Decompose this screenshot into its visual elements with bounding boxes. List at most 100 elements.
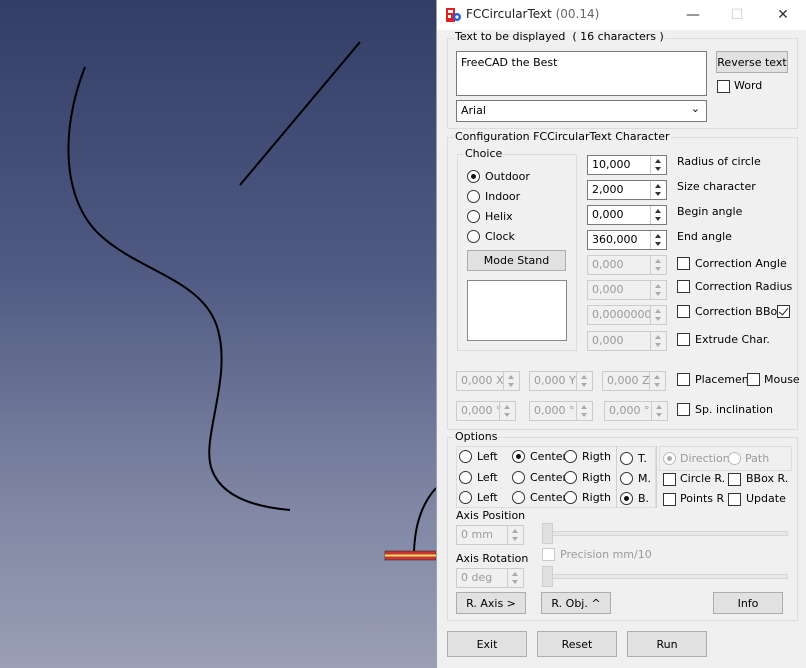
precision-checkbox[interactable] xyxy=(542,548,555,561)
inclination-a-spinbox[interactable]: 0,000 ° xyxy=(456,401,516,421)
size-spinbox[interactable]: 2,000 xyxy=(587,180,667,200)
indoor-label: Indoor xyxy=(485,190,521,203)
reverse-text-button[interactable]: Reverse text xyxy=(716,51,788,73)
points-r-checkbox[interactable] xyxy=(663,493,676,506)
r-axis-button[interactable]: R. Axis > xyxy=(456,592,526,614)
axis-rotation-spinbox[interactable]: 0 deg xyxy=(456,568,524,588)
correction-radius-checkbox[interactable] xyxy=(677,280,690,293)
align-left-bottom-label: Left xyxy=(477,491,498,504)
correction-angle-label: Correction Angle xyxy=(695,257,787,270)
config-group-title: Configuration FCCircularText Character xyxy=(454,130,671,144)
options-group-title: Options xyxy=(454,430,499,444)
bottom-label: B. xyxy=(638,492,650,505)
align-center-top-radio[interactable] xyxy=(512,450,525,463)
outdoor-radio[interactable] xyxy=(467,170,480,183)
correction-bbox-extra-checkbox[interactable] xyxy=(777,305,790,318)
correction-bbox-checkbox[interactable] xyxy=(677,305,690,318)
axis-position-slider-handle[interactable] xyxy=(542,523,553,544)
outdoor-label: Outdoor xyxy=(485,170,530,183)
placement-z-spinbox[interactable]: 0,000 Z xyxy=(602,371,666,391)
path-label: Path xyxy=(745,452,770,465)
inclination-checkbox[interactable] xyxy=(677,403,690,416)
3d-viewport[interactable] xyxy=(0,0,436,668)
extrude-spinbox[interactable]: 0,000 xyxy=(587,331,667,351)
exit-button[interactable]: Exit xyxy=(447,631,527,657)
axis-rotation-label: Axis Rotation xyxy=(456,552,529,565)
precision-label: Precision mm/10 xyxy=(560,548,652,561)
minimize-icon[interactable]: — xyxy=(671,2,715,28)
align-left-top-radio[interactable] xyxy=(459,450,472,463)
top-radio[interactable] xyxy=(620,452,633,465)
begin-angle-label: Begin angle xyxy=(677,205,743,218)
update-checkbox[interactable] xyxy=(728,493,741,506)
r-obj-button[interactable]: R. Obj. ^ xyxy=(541,592,611,614)
clock-label: Clock xyxy=(485,230,515,243)
bottom-radio[interactable] xyxy=(620,492,633,505)
close-icon[interactable]: ✕ xyxy=(761,2,805,28)
axis-position-label: Axis Position xyxy=(456,509,526,522)
align-center-top-label: Center xyxy=(530,450,568,463)
helix-radio[interactable] xyxy=(467,210,480,223)
placement-x-spinbox[interactable]: 0,000 X xyxy=(456,371,520,391)
mode-stand-button[interactable]: Mode Stand xyxy=(467,250,566,271)
circle-r-checkbox[interactable] xyxy=(663,473,676,486)
correction-angle-spinbox[interactable]: 0,000 xyxy=(587,255,667,275)
axis-rotation-slider-handle[interactable] xyxy=(542,566,553,587)
align-right-middle-label: Rigth xyxy=(582,471,611,484)
align-right-top-radio[interactable] xyxy=(564,450,577,463)
align-left-middle-radio[interactable] xyxy=(459,471,472,484)
text-input[interactable]: FreeCAD the Best xyxy=(456,51,707,96)
top-label: T. xyxy=(638,452,647,465)
font-select[interactable]: Arial ⌄ xyxy=(456,100,707,122)
align-center-middle-radio[interactable] xyxy=(512,471,525,484)
reset-button[interactable]: Reset xyxy=(537,631,617,657)
inclination-c-spinbox[interactable]: 0,000 ° xyxy=(604,401,668,421)
correction-bbox-label: Correction BBox xyxy=(695,305,784,318)
align-right-bottom-radio[interactable] xyxy=(564,491,577,504)
align-left-top-label: Left xyxy=(477,450,498,463)
align-right-middle-radio[interactable] xyxy=(564,471,577,484)
mouse-checkbox[interactable] xyxy=(747,373,760,386)
text-group-title: Text to be displayed ( 16 characters ) xyxy=(454,30,665,44)
direction-label: Direction xyxy=(680,452,730,465)
path-radio[interactable] xyxy=(728,452,741,465)
fccirculartext-dialog: FCCircularText (00.14) — ☐ ✕ Text to be … xyxy=(436,0,806,668)
radius-spinbox[interactable]: 10,000 xyxy=(587,155,667,175)
begin-angle-spinbox[interactable]: 0,000 xyxy=(587,205,667,225)
inclination-b-spinbox[interactable]: 0,000 ° xyxy=(529,401,593,421)
straight-wire xyxy=(239,41,361,186)
title-bar: FCCircularText (00.14) — ☐ ✕ xyxy=(437,0,806,30)
direction-radio[interactable] xyxy=(663,452,676,465)
word-checkbox[interactable] xyxy=(717,80,730,93)
bbox-r-checkbox[interactable] xyxy=(728,473,741,486)
run-button[interactable]: Run xyxy=(627,631,707,657)
placement-checkbox[interactable] xyxy=(677,373,690,386)
circle-r-label: Circle R. xyxy=(680,472,726,485)
end-angle-spinbox[interactable]: 360,000 xyxy=(587,230,667,250)
correction-radius-spinbox[interactable]: 0,000 xyxy=(587,280,667,300)
inclination-label: Sp. inclination xyxy=(695,403,773,416)
correction-bbox-spinbox[interactable]: 0,0000000 xyxy=(587,305,667,325)
axis-position-spinbox[interactable]: 0 mm xyxy=(456,525,524,545)
indoor-radio[interactable] xyxy=(467,190,480,203)
align-left-bottom-radio[interactable] xyxy=(459,491,472,504)
bbox-r-label: BBox R. xyxy=(746,472,789,485)
align-center-bottom-radio[interactable] xyxy=(512,491,525,504)
placement-y-spinbox[interactable]: 0,000 Y xyxy=(529,371,593,391)
info-button[interactable]: Info xyxy=(713,592,783,614)
curve-wire xyxy=(67,66,291,511)
word-label: Word xyxy=(734,79,763,92)
correction-radius-label: Correction Radius xyxy=(695,280,793,293)
extrude-checkbox[interactable] xyxy=(677,333,690,346)
partial-curve xyxy=(413,487,436,553)
middle-radio[interactable] xyxy=(620,472,633,485)
size-label: Size character xyxy=(677,180,756,193)
extrude-label: Extrude Char. xyxy=(695,333,770,346)
align-right-bottom-label: Rigth xyxy=(582,491,611,504)
window-title: FCCircularText (00.14) xyxy=(466,7,600,21)
choice-group-title: Choice xyxy=(464,147,504,161)
helix-label: Helix xyxy=(485,210,513,223)
correction-angle-checkbox[interactable] xyxy=(677,257,690,270)
clock-radio[interactable] xyxy=(467,230,480,243)
radius-label: Radius of circle xyxy=(677,155,761,168)
